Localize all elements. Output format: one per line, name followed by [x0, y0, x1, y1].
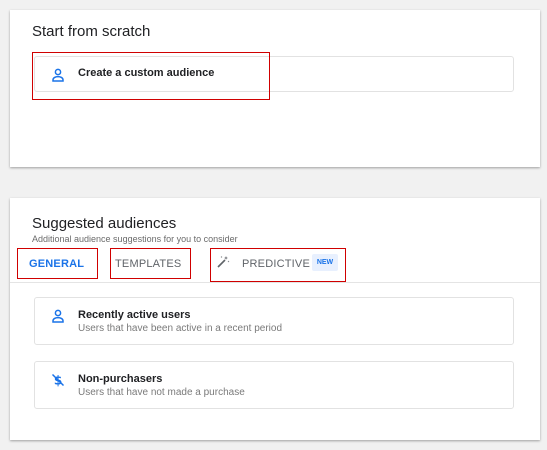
audience-label: Recently active users [78, 309, 191, 321]
tab-predictive-label: PREDICTIVE [242, 258, 311, 270]
start-from-scratch-title: Start from scratch [32, 23, 151, 40]
audience-recently-active-users[interactable]: Recently active users Users that have be… [34, 297, 514, 345]
audience-label: Non-purchasers [78, 373, 163, 385]
create-custom-audience-button[interactable]: Create a custom audience [34, 56, 514, 92]
new-badge: NEW [312, 254, 338, 271]
audience-description: Users that have not made a purchase [78, 387, 245, 398]
tab-templates[interactable]: TEMPLATES [115, 258, 181, 270]
person-icon [52, 309, 64, 323]
tab-general[interactable]: GENERAL [29, 258, 84, 270]
no-money-icon: $ [51, 374, 65, 387]
start-from-scratch-card: Start from scratch Create a custom audie… [10, 10, 540, 167]
suggested-audiences-title: Suggested audiences [32, 215, 177, 232]
create-custom-audience-label: Create a custom audience [78, 67, 215, 79]
person-icon [52, 68, 64, 82]
audience-description: Users that have been active in a recent … [78, 323, 283, 334]
suggested-audiences-subtitle: Additional audience suggestions for you … [32, 234, 238, 244]
audience-non-purchasers[interactable]: $ Non-purchasers Users that have not mad… [34, 361, 514, 409]
suggested-audiences-card: Suggested audiences Additional audience … [10, 198, 540, 440]
magic-wand-icon [217, 256, 230, 268]
tabs-divider [10, 282, 540, 283]
